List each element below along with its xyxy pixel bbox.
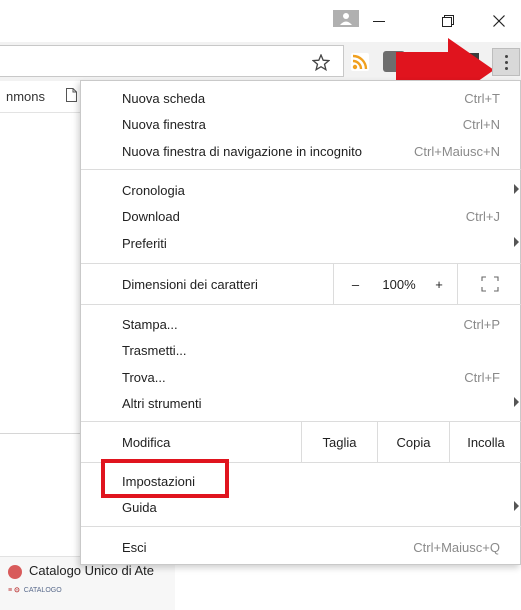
page-divider [0, 433, 80, 434]
menu-item-history[interactable]: Cronologia [81, 177, 521, 203]
zoom-row: Dimensioni dei caratteri – 100% + [81, 264, 521, 304]
menu-item-find[interactable]: Trova... Ctrl+F [81, 364, 521, 390]
menu-separator [81, 526, 521, 527]
document-icon [66, 88, 77, 102]
menu-item-bookmarks[interactable]: Preferiti [81, 230, 521, 256]
restore-icon [442, 15, 454, 27]
address-bar[interactable] [0, 45, 344, 77]
submenu-arrow-icon [514, 184, 519, 194]
menu-item-more-tools[interactable]: Altri strumenti [81, 390, 521, 416]
rss-extension-icon[interactable] [351, 53, 369, 71]
close-icon [493, 15, 505, 27]
cut-button[interactable]: Taglia [301, 422, 377, 462]
chrome-menu-button[interactable] [492, 48, 520, 76]
menu-item-exit[interactable]: Esci Ctrl+Maiusc+Q [81, 534, 521, 560]
submenu-arrow-icon [514, 501, 519, 511]
menu-item-new-tab[interactable]: Nuova scheda Ctrl+T [81, 85, 521, 111]
minimize-button[interactable] [356, 0, 402, 42]
close-button[interactable] [476, 0, 521, 42]
menu-separator [81, 304, 521, 305]
page-result-title[interactable]: Catalogo Unico di Ate [29, 563, 171, 578]
fullscreen-button[interactable] [457, 264, 521, 304]
menu-item-incognito[interactable]: Nuova finestra di navigazione in incogni… [81, 138, 521, 164]
zoom-level: 100% [382, 276, 416, 292]
restore-button[interactable] [425, 0, 471, 42]
zoom-in-button[interactable]: + [421, 264, 457, 304]
bookmark-commons[interactable]: nmons [6, 89, 45, 104]
site-logo [8, 565, 22, 579]
title-bar [0, 0, 521, 42]
edit-row: Modifica Taglia Copia Incolla [81, 422, 521, 462]
menu-separator [81, 169, 521, 170]
copy-button[interactable]: Copia [377, 422, 449, 462]
menu-item-new-window[interactable]: Nuova finestra Ctrl+N [81, 111, 521, 137]
zoom-out-button[interactable]: – [333, 264, 377, 304]
page-thumbnail: ≡ ⊙ CATALOGO [8, 587, 62, 594]
menu-item-cast[interactable]: Trasmetti... [81, 337, 521, 363]
fullscreen-icon [481, 276, 499, 292]
submenu-arrow-icon [514, 397, 519, 407]
highlight-box-annotation [101, 459, 229, 498]
star-icon[interactable] [312, 54, 330, 71]
menu-item-print[interactable]: Stampa... Ctrl+P [81, 311, 521, 337]
submenu-arrow-icon [514, 237, 519, 247]
menu-item-downloads[interactable]: Download Ctrl+J [81, 203, 521, 229]
minimize-icon [373, 21, 385, 22]
paste-button[interactable]: Incolla [449, 422, 521, 462]
